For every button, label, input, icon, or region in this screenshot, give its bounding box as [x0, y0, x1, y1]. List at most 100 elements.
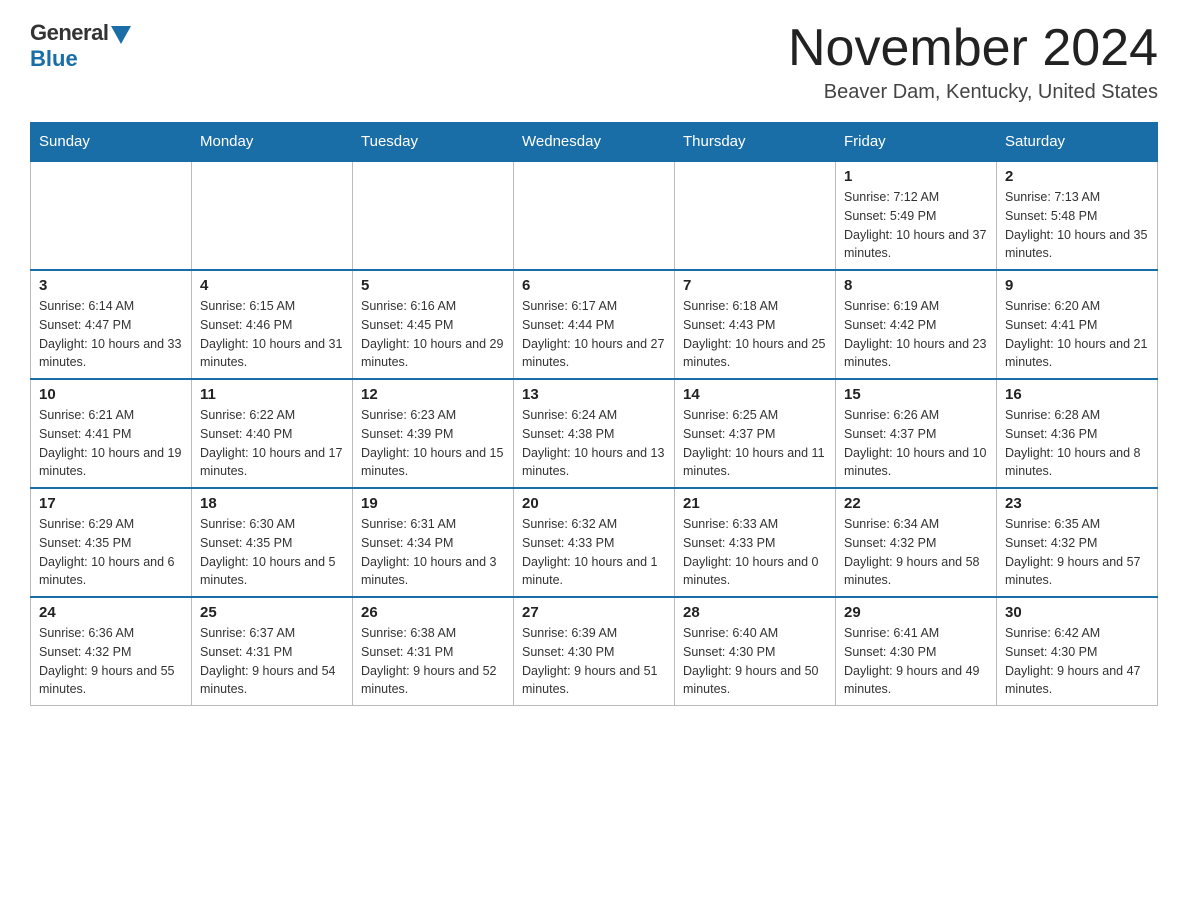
day-number: 20	[522, 495, 666, 512]
table-row: 5 Sunrise: 6:16 AMSunset: 4:45 PMDaylight…	[353, 270, 514, 379]
day-info: Sunrise: 6:25 AMSunset: 4:37 PMDaylight:…	[683, 406, 827, 481]
day-number: 25	[200, 604, 344, 621]
title-block: November 2024 Beaver Dam, Kentucky, Unit…	[788, 20, 1158, 104]
table-row: 4 Sunrise: 6:15 AMSunset: 4:46 PMDaylight…	[192, 270, 353, 379]
day-number: 10	[39, 386, 183, 403]
header-thursday: Thursday	[675, 123, 836, 162]
day-info: Sunrise: 6:21 AMSunset: 4:41 PMDaylight:…	[39, 406, 183, 481]
day-number: 15	[844, 386, 988, 403]
day-info: Sunrise: 6:31 AMSunset: 4:34 PMDaylight:…	[361, 515, 505, 590]
day-info: Sunrise: 6:42 AMSunset: 4:30 PMDaylight:…	[1005, 624, 1149, 699]
table-row: 8 Sunrise: 6:19 AMSunset: 4:42 PMDaylight…	[836, 270, 997, 379]
day-info: Sunrise: 7:13 AMSunset: 5:48 PMDaylight:…	[1005, 188, 1149, 263]
table-row	[675, 161, 836, 270]
calendar-week-row: 24Sunrise: 6:36 AMSunset: 4:32 PMDayligh…	[31, 597, 1158, 706]
day-number: 14	[683, 386, 827, 403]
day-number: 1	[844, 168, 988, 185]
day-info: Sunrise: 6:20 AMSunset: 4:41 PMDaylight:…	[1005, 297, 1149, 372]
day-number: 19	[361, 495, 505, 512]
day-info: Sunrise: 6:35 AMSunset: 4:32 PMDaylight:…	[1005, 515, 1149, 590]
day-number: 8	[844, 277, 988, 294]
header-friday: Friday	[836, 123, 997, 162]
day-number: 11	[200, 386, 344, 403]
table-row: 10 Sunrise: 6:21 AMSunset: 4:41 PMDayligh…	[31, 379, 192, 488]
table-row: 20Sunrise: 6:32 AMSunset: 4:33 PMDayligh…	[514, 488, 675, 597]
day-number: 29	[844, 604, 988, 621]
day-number: 9	[1005, 277, 1149, 294]
day-number: 7	[683, 277, 827, 294]
table-row: 22Sunrise: 6:34 AMSunset: 4:32 PMDayligh…	[836, 488, 997, 597]
table-row: 7 Sunrise: 6:18 AMSunset: 4:43 PMDaylight…	[675, 270, 836, 379]
table-row: 3Sunrise: 6:14 AMSunset: 4:47 PMDaylight…	[31, 270, 192, 379]
day-number: 13	[522, 386, 666, 403]
logo-blue-text: Blue	[30, 46, 78, 72]
header-monday: Monday	[192, 123, 353, 162]
table-row: 19 Sunrise: 6:31 AMSunset: 4:34 PMDayligh…	[353, 488, 514, 597]
calendar-header-row: Sunday Monday Tuesday Wednesday Thursday…	[31, 123, 1158, 162]
day-info: Sunrise: 6:14 AMSunset: 4:47 PMDaylight:…	[39, 297, 183, 372]
table-row: 1 Sunrise: 7:12 AMSunset: 5:49 PMDaylight…	[836, 161, 997, 270]
table-row: 9 Sunrise: 6:20 AMSunset: 4:41 PMDaylight…	[997, 270, 1158, 379]
day-info: Sunrise: 6:29 AMSunset: 4:35 PMDaylight:…	[39, 515, 183, 590]
day-info: Sunrise: 7:12 AMSunset: 5:49 PMDaylight:…	[844, 188, 988, 263]
day-info: Sunrise: 6:18 AMSunset: 4:43 PMDaylight:…	[683, 297, 827, 372]
table-row: 6 Sunrise: 6:17 AMSunset: 4:44 PMDaylight…	[514, 270, 675, 379]
table-row: 21Sunrise: 6:33 AMSunset: 4:33 PMDayligh…	[675, 488, 836, 597]
month-title: November 2024	[788, 20, 1158, 77]
day-info: Sunrise: 6:30 AMSunset: 4:35 PMDaylight:…	[200, 515, 344, 590]
day-number: 28	[683, 604, 827, 621]
calendar-week-row: 1 Sunrise: 7:12 AMSunset: 5:49 PMDaylight…	[31, 161, 1158, 270]
day-number: 26	[361, 604, 505, 621]
table-row: 16Sunrise: 6:28 AMSunset: 4:36 PMDayligh…	[997, 379, 1158, 488]
table-row: 15 Sunrise: 6:26 AMSunset: 4:37 PMDayligh…	[836, 379, 997, 488]
table-row	[192, 161, 353, 270]
day-number: 24	[39, 604, 183, 621]
day-info: Sunrise: 6:16 AMSunset: 4:45 PMDaylight:…	[361, 297, 505, 372]
calendar-week-row: 10 Sunrise: 6:21 AMSunset: 4:41 PMDayligh…	[31, 379, 1158, 488]
table-row: 23Sunrise: 6:35 AMSunset: 4:32 PMDayligh…	[997, 488, 1158, 597]
table-row	[31, 161, 192, 270]
day-info: Sunrise: 6:33 AMSunset: 4:33 PMDaylight:…	[683, 515, 827, 590]
day-info: Sunrise: 6:23 AMSunset: 4:39 PMDaylight:…	[361, 406, 505, 481]
day-info: Sunrise: 6:17 AMSunset: 4:44 PMDaylight:…	[522, 297, 666, 372]
day-number: 30	[1005, 604, 1149, 621]
day-info: Sunrise: 6:24 AMSunset: 4:38 PMDaylight:…	[522, 406, 666, 481]
table-row	[353, 161, 514, 270]
day-number: 5	[361, 277, 505, 294]
table-row: 25Sunrise: 6:37 AMSunset: 4:31 PMDayligh…	[192, 597, 353, 706]
day-number: 22	[844, 495, 988, 512]
table-row: 24Sunrise: 6:36 AMSunset: 4:32 PMDayligh…	[31, 597, 192, 706]
day-number: 27	[522, 604, 666, 621]
table-row: 29 Sunrise: 6:41 AMSunset: 4:30 PMDayligh…	[836, 597, 997, 706]
location-title: Beaver Dam, Kentucky, United States	[788, 81, 1158, 104]
calendar-table: Sunday Monday Tuesday Wednesday Thursday…	[30, 122, 1158, 706]
table-row: 14 Sunrise: 6:25 AMSunset: 4:37 PMDayligh…	[675, 379, 836, 488]
header-wednesday: Wednesday	[514, 123, 675, 162]
table-row: 17 Sunrise: 6:29 AMSunset: 4:35 PMDayligh…	[31, 488, 192, 597]
header-sunday: Sunday	[31, 123, 192, 162]
day-info: Sunrise: 6:40 AMSunset: 4:30 PMDaylight:…	[683, 624, 827, 699]
day-number: 12	[361, 386, 505, 403]
day-number: 6	[522, 277, 666, 294]
logo: General Blue	[30, 20, 131, 72]
day-number: 18	[200, 495, 344, 512]
logo-triangle-icon	[111, 26, 131, 44]
calendar-week-row: 17 Sunrise: 6:29 AMSunset: 4:35 PMDayligh…	[31, 488, 1158, 597]
day-info: Sunrise: 6:38 AMSunset: 4:31 PMDaylight:…	[361, 624, 505, 699]
day-info: Sunrise: 6:26 AMSunset: 4:37 PMDaylight:…	[844, 406, 988, 481]
table-row: 13 Sunrise: 6:24 AMSunset: 4:38 PMDayligh…	[514, 379, 675, 488]
table-row: 11Sunrise: 6:22 AMSunset: 4:40 PMDayligh…	[192, 379, 353, 488]
table-row: 28 Sunrise: 6:40 AMSunset: 4:30 PMDayligh…	[675, 597, 836, 706]
day-number: 4	[200, 277, 344, 294]
day-info: Sunrise: 6:41 AMSunset: 4:30 PMDaylight:…	[844, 624, 988, 699]
day-info: Sunrise: 6:15 AMSunset: 4:46 PMDaylight:…	[200, 297, 344, 372]
logo-general-text: General	[30, 20, 108, 46]
day-number: 16	[1005, 386, 1149, 403]
day-number: 17	[39, 495, 183, 512]
day-info: Sunrise: 6:39 AMSunset: 4:30 PMDaylight:…	[522, 624, 666, 699]
calendar-week-row: 3Sunrise: 6:14 AMSunset: 4:47 PMDaylight…	[31, 270, 1158, 379]
table-row: 12 Sunrise: 6:23 AMSunset: 4:39 PMDayligh…	[353, 379, 514, 488]
day-info: Sunrise: 6:19 AMSunset: 4:42 PMDaylight:…	[844, 297, 988, 372]
table-row: 26 Sunrise: 6:38 AMSunset: 4:31 PMDayligh…	[353, 597, 514, 706]
table-row: 30 Sunrise: 6:42 AMSunset: 4:30 PMDayligh…	[997, 597, 1158, 706]
